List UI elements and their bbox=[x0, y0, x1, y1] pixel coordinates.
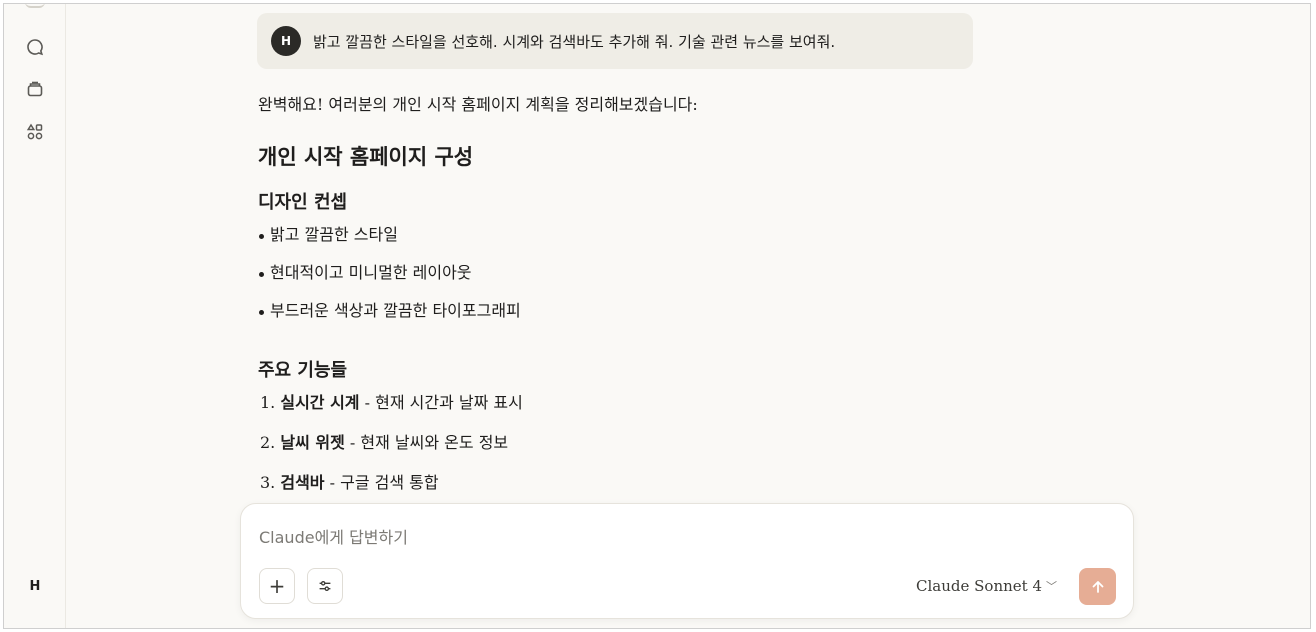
plus-icon: + bbox=[268, 574, 286, 598]
tools-button[interactable] bbox=[307, 568, 343, 604]
send-button[interactable] bbox=[1079, 568, 1116, 605]
features-list: 1. 실시간 시계 - 현재 시간과 날짜 표시 2. 날씨 위젯 - 현재 날… bbox=[258, 390, 1018, 510]
feature-desc: - 구글 검색 통합 bbox=[324, 473, 439, 492]
reply-heading: 개인 시작 홈페이지 구성 bbox=[258, 144, 474, 169]
design-list: 밝고 깔끔한 스타일 현대적이고 미니멀한 레이아웃 부드러운 색상과 깔끔한 … bbox=[258, 222, 1018, 336]
feature-number: 3. bbox=[260, 473, 276, 492]
list-item: 2. 날씨 위젯 - 현재 날씨와 온도 정보 bbox=[258, 430, 1018, 470]
chat-icon[interactable] bbox=[23, 35, 47, 59]
arrow-up-icon bbox=[1092, 580, 1103, 593]
sidebar: H bbox=[4, 4, 66, 628]
list-item: 부드러운 색상과 깔끔한 타이포그래피 bbox=[258, 298, 1018, 336]
user-menu-initial[interactable]: H bbox=[26, 578, 44, 596]
app-window: H H 밝고 깔끔한 스타일을 선호해. 시계와 검색바도 추가해 줘. 기술 … bbox=[3, 3, 1311, 629]
feature-desc: - 현재 시간과 날짜 표시 bbox=[359, 393, 523, 412]
model-name: Claude Sonnet 4 bbox=[916, 577, 1042, 595]
user-message: H 밝고 깔끔한 스타일을 선호해. 시계와 검색바도 추가해 줘. 기술 관련… bbox=[257, 13, 973, 69]
assistant-message: 완벽해요! 여러분의 개인 시작 홈페이지 계획을 정리해보겠습니다: 개인 시… bbox=[258, 92, 1018, 510]
list-item: 밝고 깔끔한 스타일 bbox=[258, 222, 1018, 260]
feature-number: 1. bbox=[260, 393, 276, 412]
message-composer[interactable]: Claude에게 답변하기 + Claude Sonnet 4 ﹀ bbox=[240, 503, 1134, 619]
sliders-icon bbox=[319, 581, 331, 591]
chevron-down-icon: ﹀ bbox=[1046, 580, 1057, 593]
feature-name: 날씨 위젯 bbox=[280, 433, 345, 452]
design-heading: 디자인 컨셉 bbox=[258, 192, 348, 213]
features-heading: 주요 기능들 bbox=[258, 360, 348, 381]
user-avatar: H bbox=[271, 26, 301, 56]
list-item: 1. 실시간 시계 - 현재 시간과 날짜 표시 bbox=[258, 390, 1018, 430]
reply-input[interactable]: Claude에게 답변하기 bbox=[259, 524, 408, 548]
artifacts-icon[interactable] bbox=[23, 120, 47, 144]
feature-name: 실시간 시계 bbox=[280, 393, 360, 412]
user-message-text: 밝고 깔끔한 스타일을 선호해. 시계와 검색바도 추가해 줘. 기술 관련 뉴… bbox=[313, 32, 836, 51]
sidebar-top-edge bbox=[25, 4, 45, 8]
feature-name: 검색바 bbox=[280, 473, 325, 492]
conversation-area: H 밝고 깔끔한 스타일을 선호해. 시계와 검색바도 추가해 줘. 기술 관련… bbox=[67, 4, 1310, 628]
projects-icon[interactable] bbox=[23, 77, 47, 101]
list-item: 현대적이고 미니멀한 레이아웃 bbox=[258, 260, 1018, 298]
feature-number: 2. bbox=[260, 433, 276, 452]
feature-desc: - 현재 날씨와 온도 정보 bbox=[344, 433, 509, 452]
model-selector[interactable]: Claude Sonnet 4 ﹀ bbox=[916, 577, 1057, 595]
add-attachment-button[interactable]: + bbox=[259, 568, 295, 604]
reply-intro: 완벽해요! 여러분의 개인 시작 홈페이지 계획을 정리해보겠습니다: bbox=[258, 95, 698, 114]
